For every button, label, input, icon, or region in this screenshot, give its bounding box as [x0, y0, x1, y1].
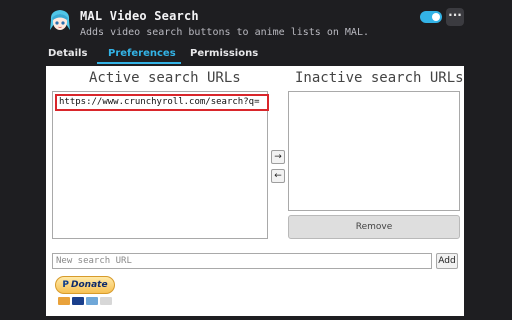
amex-icon [86, 297, 98, 305]
toggle-knob [432, 13, 440, 21]
move-to-inactive-button[interactable]: → [271, 150, 285, 164]
donate-button[interactable]: P Donate [55, 276, 115, 294]
mastercard-icon [58, 297, 70, 305]
preferences-panel: Active search URLs Inactive search URLs … [46, 66, 464, 316]
inactive-urls-list[interactable] [288, 91, 460, 211]
visa-icon [72, 297, 84, 305]
enable-toggle[interactable] [420, 11, 442, 23]
inactive-urls-title: Inactive search URLs [295, 70, 464, 86]
tab-details[interactable]: Details [48, 48, 87, 59]
active-url-item[interactable]: https://www.crunchyroll.com/search?q= [55, 94, 269, 111]
donate-label: Donate [71, 280, 108, 290]
discover-icon [100, 297, 112, 305]
anime-girl-icon [50, 10, 70, 30]
add-button[interactable]: Add [436, 253, 458, 269]
extension-header: MAL Video Search Adds video search butto… [0, 0, 512, 44]
active-urls-title: Active search URLs [89, 70, 241, 86]
tab-bar: Details Preferences Permissions [0, 44, 512, 64]
extension-description: Adds video search buttons to anime lists… [80, 27, 369, 38]
remove-button[interactable]: Remove [288, 215, 460, 239]
tab-permissions[interactable]: Permissions [190, 48, 258, 59]
active-tab-indicator [97, 62, 181, 64]
move-to-active-button[interactable]: ← [271, 169, 285, 183]
active-urls-list[interactable]: https://www.crunchyroll.com/search?q= [52, 91, 269, 239]
more-options-button[interactable]: ··· [446, 8, 464, 26]
tab-preferences[interactable]: Preferences [108, 48, 176, 59]
paypal-logo-icon: P [62, 280, 70, 290]
extension-title: MAL Video Search [80, 9, 199, 23]
new-url-input[interactable] [52, 253, 432, 269]
